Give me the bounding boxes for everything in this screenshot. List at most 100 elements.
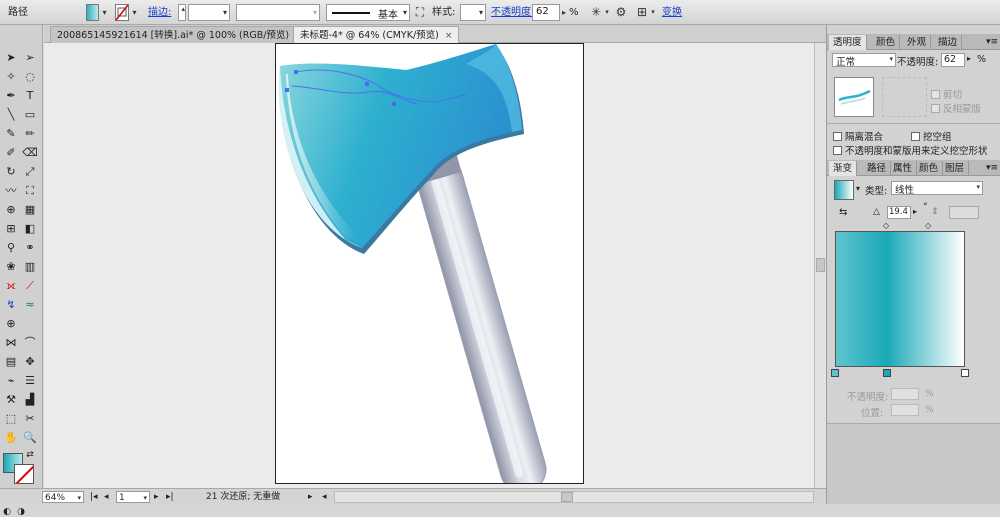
gradient-stop-2[interactable] [883, 369, 891, 377]
gradient-stop-3[interactable] [961, 369, 969, 377]
scrollbar-thumb[interactable] [561, 492, 573, 502]
tab-document-1[interactable]: 200865145921614 [转换].ai* @ 100% (RGB/预览)… [50, 26, 310, 43]
transform-link[interactable]: 变换 [662, 4, 682, 21]
gradient-type-dropdown[interactable]: 线性 ▾ [891, 181, 983, 196]
line-tool-icon[interactable]: ╲ [2, 106, 20, 124]
horizontal-scrollbar[interactable] [334, 491, 814, 503]
tab-layers[interactable]: 图层 [941, 161, 970, 176]
magic-wand-tool-icon[interactable]: ✧ [2, 68, 20, 86]
stroke-dropdown-arrow[interactable]: ▾ [130, 4, 139, 21]
gradient-preview-arrow[interactable]: ▾ [856, 184, 860, 193]
chart-tool-icon[interactable]: ▟ [21, 391, 39, 409]
next-page-icon[interactable]: ▸ [154, 491, 159, 503]
warp-tool-icon[interactable]: 〰 [2, 182, 20, 200]
panel-menu-icon[interactable]: ▾≡ [986, 35, 998, 49]
panel-menu-icon[interactable]: ▾≡ [986, 161, 998, 175]
stroke-swatch-large[interactable] [14, 464, 34, 484]
pen-tool-icon[interactable]: ✒ [2, 87, 20, 105]
selection-tool-icon[interactable]: ➤ [2, 49, 20, 67]
stamp-tool-icon[interactable]: ⚒ [2, 391, 20, 409]
pencil-tool-icon[interactable]: ✏ [21, 125, 39, 143]
opacity-mask-checkbox[interactable]: 不透明度和蒙版用来定义挖空形状 [833, 143, 988, 157]
prev-page-icon[interactable]: ◂ [104, 491, 109, 503]
crosshair-tool-icon[interactable]: ⊕ [2, 315, 20, 333]
blend-mode-dropdown[interactable]: 正常 ▾ [832, 53, 896, 68]
zoom-dropdown[interactable]: 64% ▾ [42, 491, 84, 503]
object-thumbnail[interactable] [834, 77, 874, 117]
anchor-point[interactable] [294, 70, 298, 74]
gradient-slider-preview[interactable] [835, 231, 965, 367]
status-menu-arrow[interactable]: ▸ [308, 491, 313, 503]
fill-color-swatch[interactable] [86, 4, 99, 21]
tab-appearance[interactable]: 外观 [903, 35, 932, 50]
stroke-weight-spinner[interactable]: ▴ [178, 4, 186, 21]
gradient-preview-swatch[interactable] [834, 180, 854, 200]
knife-tool-icon[interactable]: ⟋ [21, 277, 39, 295]
perspective-grid-tool-icon[interactable]: ▦ [21, 201, 39, 219]
panel-opacity-input[interactable]: 62 [941, 53, 965, 67]
align-dropdown-arrow[interactable]: ▾ [650, 4, 656, 21]
midpoint-diamond-2[interactable]: ◇ [925, 221, 931, 230]
symbol-sprayer-tool-icon[interactable]: ❀ [2, 258, 20, 276]
list-tool-icon[interactable]: ☰ [21, 372, 39, 390]
tab-stroke[interactable]: 描边 [934, 35, 963, 50]
gradient-tool-icon[interactable]: ◧ [21, 220, 39, 238]
align-icon[interactable]: ⊞ [634, 4, 650, 21]
recolor-artwork-icon[interactable]: ✳ [588, 4, 604, 21]
free-transform-tool-icon[interactable]: ⛶ [21, 182, 39, 200]
direct-selection-tool-icon[interactable]: ➢ [21, 49, 39, 67]
eyedropper-tool-icon[interactable]: ⚲ [2, 239, 20, 257]
paintbrush-tool-icon[interactable]: ✎ [2, 125, 20, 143]
close-icon[interactable]: × [445, 31, 453, 41]
midpoint-diamond-1[interactable]: ◇ [883, 221, 889, 230]
slice-tool-icon[interactable]: ✂ [21, 410, 39, 428]
screen-mode-icon[interactable]: ◑ [15, 507, 27, 517]
axe-illustration[interactable] [276, 44, 584, 484]
stroke-weight-dropdown[interactable]: ▾ [188, 4, 230, 21]
reverse-gradient-icon[interactable]: ⇆ [839, 207, 847, 218]
variable-width-dropdown[interactable]: ▾ [236, 4, 320, 21]
tab-document-2[interactable]: 未标题-4* @ 64% (CMYK/预览) × [293, 26, 460, 43]
tab-color[interactable]: 颜色 [872, 35, 901, 50]
scale-tool-icon[interactable]: ⤢ [21, 163, 39, 181]
artboard-tool-icon[interactable]: ⬚ [2, 410, 20, 428]
tab-path[interactable]: 路径 [863, 161, 892, 176]
wave-tool-icon[interactable]: ≈ [21, 296, 39, 314]
zoom-tool-icon[interactable]: 🔍 [21, 429, 39, 447]
lasso-tool-icon[interactable]: ◌ [21, 68, 39, 86]
axe-handle[interactable] [411, 152, 551, 484]
shape-builder-tool-icon[interactable]: ⊕ [2, 201, 20, 219]
first-page-icon[interactable]: |◂ [90, 491, 98, 503]
graphic-style-dropdown[interactable]: ▾ [460, 4, 486, 21]
swap-colors-icon[interactable]: ⇄ [24, 449, 36, 461]
stroke-color-swatch[interactable] [115, 4, 129, 21]
opacity-input[interactable]: 62 [532, 4, 560, 21]
axe-blade[interactable] [278, 44, 522, 248]
brush-options-icon[interactable]: ⛶ [414, 4, 426, 21]
grid-tool-icon[interactable]: ▤ [2, 353, 20, 371]
rotate-tool-icon[interactable]: ↻ [2, 163, 20, 181]
blend-tool-icon[interactable]: ⚭ [21, 239, 39, 257]
type-tool-icon[interactable]: T [21, 87, 39, 105]
hand-tool-icon[interactable]: ✋ [2, 429, 20, 447]
vertical-scrollbar[interactable] [814, 43, 826, 488]
anchor-point[interactable] [365, 82, 369, 86]
tab-color[interactable]: 颜色 [915, 161, 944, 176]
path-tool-icon[interactable]: ↯ [2, 296, 20, 314]
eraser-tool-icon[interactable]: ⌫ [21, 144, 39, 162]
rectangle-tool-icon[interactable]: ▭ [21, 106, 39, 124]
twist-tool-icon[interactable]: ✥ [21, 353, 39, 371]
fill-dropdown-arrow[interactable]: ▾ [100, 4, 109, 21]
brush-definition-dropdown[interactable]: 基本 ▾ [326, 4, 410, 21]
knockout-group-checkbox[interactable]: 挖空组 [911, 129, 952, 143]
clip-checkbox[interactable]: 剪切 [931, 87, 962, 101]
arc-tool-icon[interactable]: ⌒ [21, 334, 39, 352]
stroke-link[interactable]: 描边: [148, 4, 171, 21]
tab-attributes[interactable]: 属性 [889, 161, 918, 176]
tab-gradient[interactable]: 渐变 [829, 161, 858, 176]
gradient-stop-1[interactable] [831, 369, 839, 377]
blob-brush-tool-icon[interactable]: ✐ [2, 144, 20, 162]
artboard[interactable] [275, 43, 584, 484]
last-page-icon[interactable]: ▸| [166, 491, 174, 503]
panel-opacity-arrow[interactable]: ▸ [967, 54, 971, 63]
